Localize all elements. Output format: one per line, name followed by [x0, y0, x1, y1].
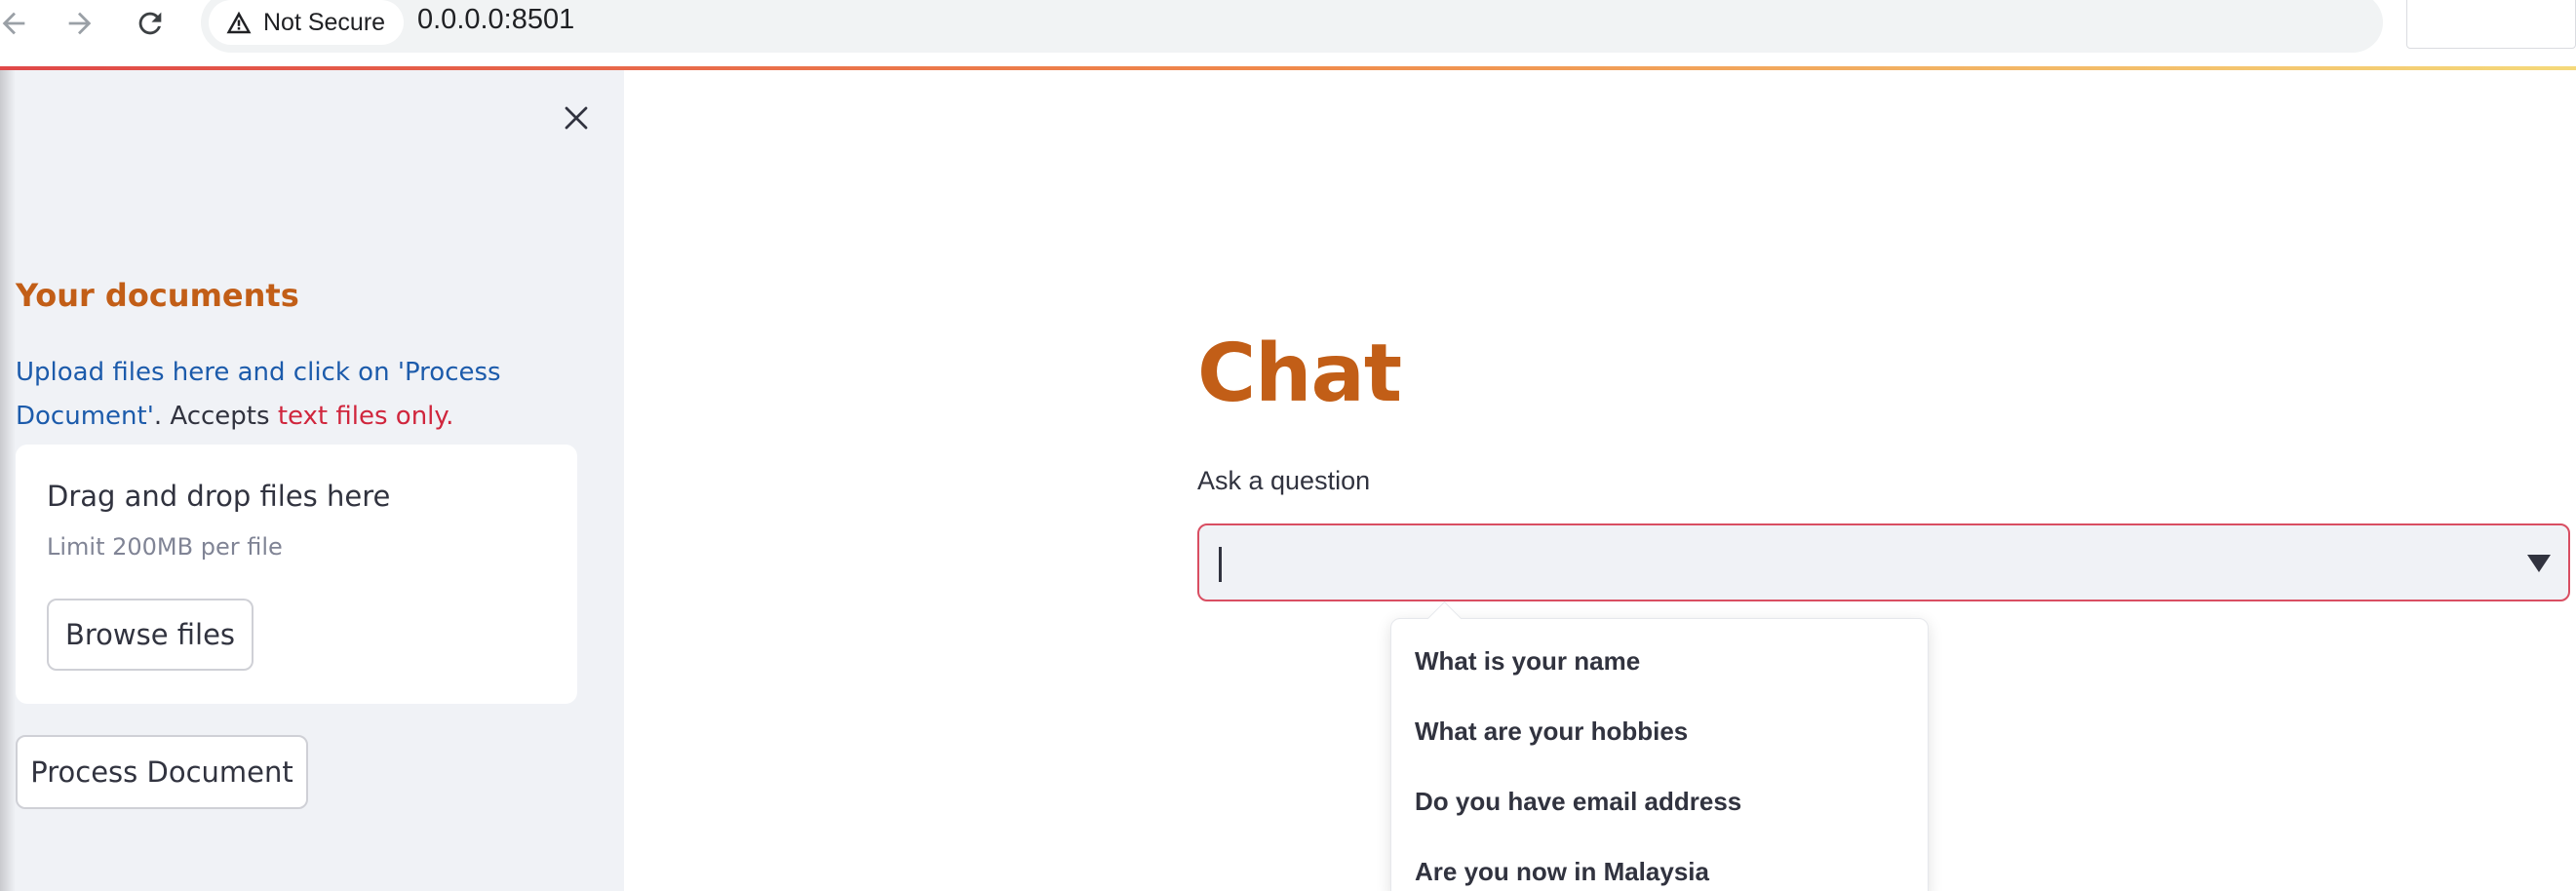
- address-bar[interactable]: Not Secure 0.0.0.0:8501: [201, 0, 2557, 53]
- dropdown-option[interactable]: Are you now in Malaysia: [1415, 857, 1709, 887]
- warning-icon: [226, 11, 252, 34]
- desc-warning: text files only.: [277, 402, 454, 431]
- dropdown-option[interactable]: Do you have email address: [1415, 787, 1741, 817]
- dropzone-limit: Limit 200MB per file: [47, 533, 283, 561]
- profile-area[interactable]: [2406, 0, 2576, 49]
- forward-icon[interactable]: [59, 2, 101, 45]
- security-label: Not Secure: [263, 8, 386, 36]
- process-document-button[interactable]: Process Document: [16, 735, 308, 809]
- question-label: Ask a question: [1197, 466, 1371, 495]
- chevron-down-icon[interactable]: [2527, 555, 2551, 572]
- dropzone-title: Drag and drop files here: [47, 480, 391, 513]
- desc-text: . Accepts: [153, 402, 278, 431]
- security-chip[interactable]: Not Secure: [209, 0, 404, 45]
- sidebar-description: Upload files here and click on 'Process …: [16, 351, 562, 439]
- browser-toolbar: Not Secure 0.0.0.0:8501: [0, 0, 2576, 68]
- sidebar-heading: Your documents: [16, 277, 299, 314]
- close-sidebar-button[interactable]: [556, 97, 597, 138]
- sidebar-edge-shadow: [0, 70, 16, 891]
- close-icon: [565, 106, 588, 130]
- url-text[interactable]: 0.0.0.0:8501: [417, 4, 574, 36]
- back-icon[interactable]: [0, 2, 35, 45]
- text-cursor: [1219, 547, 1222, 582]
- file-dropzone[interactable]: Drag and drop files here Limit 200MB per…: [16, 445, 577, 704]
- question-select[interactable]: [1197, 523, 2570, 601]
- question-dropdown: What is your name What are your hobbies …: [1390, 618, 1929, 891]
- browse-files-button[interactable]: Browse files: [47, 599, 254, 671]
- reload-icon[interactable]: [129, 2, 172, 45]
- dropdown-option[interactable]: What are your hobbies: [1415, 717, 1688, 747]
- dropdown-option[interactable]: What is your name: [1415, 646, 1640, 677]
- page-title: Chat: [1197, 328, 1402, 420]
